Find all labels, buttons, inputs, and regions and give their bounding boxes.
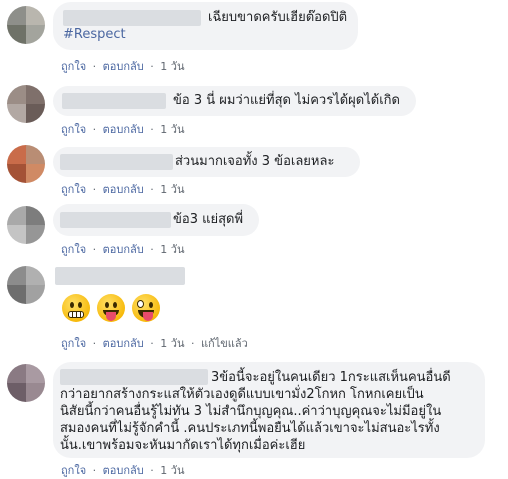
author-name[interactable] [60,154,173,170]
comment-actions: ถูกใจ · ตอบกลับ · 1 วัน [61,57,187,75]
like-link[interactable]: ถูกใจ [61,464,86,477]
avatar[interactable] [7,145,45,183]
hashtag-link[interactable]: #Respect [63,26,126,43]
reply-link[interactable]: ตอบกลับ [103,337,144,350]
avatar[interactable] [7,364,45,402]
timestamp[interactable]: 1 วัน [160,123,184,136]
avatar[interactable] [7,206,45,244]
separator: · [92,60,97,73]
reply-link[interactable]: ตอบกลับ [103,183,144,196]
separator: · [92,243,97,256]
like-link[interactable]: ถูกใจ [61,337,86,350]
author-name[interactable] [60,369,208,385]
grimacing-face-icon [62,294,90,322]
avatar[interactable] [7,266,45,304]
emoji-row [62,294,172,324]
edited-label[interactable]: แก้ไขแล้ว [201,337,248,350]
avatar[interactable] [7,6,45,44]
reply-link[interactable]: ตอบกลับ [103,243,144,256]
comment-bubble: ส่วนมากเจอทั้ง 3 ข้อเลยหละ [53,147,360,177]
separator: · [190,337,195,350]
separator: · [92,183,97,196]
zany-face-icon [132,294,160,322]
comment-text: ข้อ3 แย่สุดพี่ [173,212,244,227]
comment-bubble: ข้อ3 แย่สุดพี่ [53,204,259,236]
comment-text: ข้อ 3 นี่ ผมว่าแย่ที่สุด ไม่ควรได้ผุดได้… [173,93,400,108]
tongue-out-face-icon [97,294,125,322]
like-link[interactable]: ถูกใจ [61,243,86,256]
comment-actions: ถูกใจ · ตอบกลับ · 1 วัน [61,120,187,138]
timestamp[interactable]: 1 วัน [160,60,184,73]
reply-link[interactable]: ตอบกลับ [103,123,144,136]
author-name[interactable] [63,10,201,26]
timestamp[interactable]: 1 วัน [160,243,184,256]
separator: · [92,337,97,350]
comment-bubble: เฉียบขาดครับเฮียต๊อดปิติ #Respect [53,2,358,50]
like-link[interactable]: ถูกใจ [61,183,86,196]
separator: · [150,123,154,136]
separator: · [150,464,154,477]
avatar[interactable] [7,85,45,123]
separator: · [92,464,97,477]
comment-text-line-5: นั้น.เขาพร้อมจะหันมากัดเราได้ทุกเมื่อค่ะ… [60,438,306,453]
comment-text-line-1: 3ข้อนี้จะอยู่ในคนเดียว 1กระแสเห็นคนอื่นด… [211,370,451,385]
like-link[interactable]: ถูกใจ [61,60,86,73]
separator: · [92,123,97,136]
like-link[interactable]: ถูกใจ [61,123,86,136]
separator: · [150,183,154,196]
comment-bubble: ข้อ 3 นี่ ผมว่าแย่ที่สุด ไม่ควรได้ผุดได้… [53,86,416,116]
separator: · [150,243,154,256]
comment-text-line-4: สมองคนที่ไม่รู้จักคำนี้ .คนประเภทนี้พอยื… [60,421,440,436]
separator: · [150,337,154,350]
timestamp[interactable]: 1 วัน [160,464,184,477]
reply-link[interactable]: ตอบกลับ [103,464,144,477]
comment-text-line-3: นิสัยนี้กว่าคนอื่นรู้ไม่ทัน 3 ไม่สำนึกบุ… [60,404,442,419]
comment-text: ส่วนมากเจอทั้ง 3 ข้อเลยหละ [175,154,335,169]
timestamp[interactable]: 1 วัน [160,183,184,196]
comment-text: เฉียบขาดครับเฮียต๊อดปิติ [208,10,348,25]
reply-link[interactable]: ตอบกลับ [103,60,144,73]
comment-actions: ถูกใจ · ตอบกลับ · 1 วัน · แก้ไขแล้ว [61,334,251,352]
comment-actions: ถูกใจ · ตอบกลับ · 1 วัน [61,180,187,198]
author-name[interactable] [62,93,166,109]
author-name[interactable] [60,212,171,228]
author-name[interactable] [55,267,185,285]
comment-actions: ถูกใจ · ตอบกลับ · 1 วัน [61,461,187,479]
comment-text-line-2: กว่าอยากสร้างกระแสให้ตัวเองดูดีแบบเขามั่… [60,387,424,402]
comment-bubble: 3ข้อนี้จะอยู่ในคนเดียว 1กระแสเห็นคนอื่นด… [53,362,485,458]
comment-actions: ถูกใจ · ตอบกลับ · 1 วัน [61,240,187,258]
separator: · [150,60,154,73]
timestamp[interactable]: 1 วัน [160,337,184,350]
